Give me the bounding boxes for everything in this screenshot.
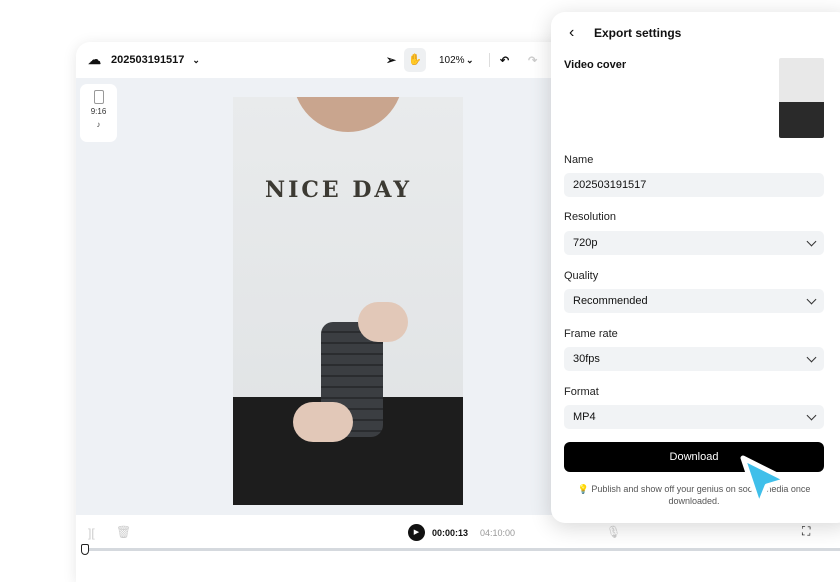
chevron-down-icon [806,410,817,420]
video-cover-thumbnail[interactable] [779,58,824,138]
tiktok-icon: ♪ [96,120,101,129]
neck [293,97,403,132]
format-label: Format [564,386,599,398]
cursor-icon [740,455,790,509]
current-time: 00:00:13 [432,528,469,538]
select-tool-icon[interactable]: ➢ [386,53,396,67]
frame-rate-select[interactable]: 30fps [564,347,824,371]
export-settings-panel: ‹ Export settings Video cover Name 20250… [551,12,840,523]
zoom-level[interactable]: 102% [439,55,465,66]
delete-icon[interactable]: 🗑 [116,525,131,539]
chevron-down-icon [806,236,817,246]
microphone-icon[interactable]: 🎙 [606,525,621,539]
redo-icon[interactable]: ↷ [528,54,537,67]
divider [489,53,490,67]
phone-icon [93,90,104,104]
video-preview[interactable]: NICE DAY [233,97,463,505]
quality-select[interactable]: Recommended [564,289,824,313]
chevron-down-icon [806,352,817,362]
resolution-select[interactable]: 720p [564,231,824,255]
project-name[interactable]: 202503191517 [111,54,184,66]
aspect-ratio-label: 9:16 [90,107,107,116]
name-label: Name [564,154,594,166]
cloud-icon[interactable]: ☁ [88,52,101,68]
quality-label: Quality [564,270,599,282]
fullscreen-icon[interactable]: ⛶ [802,524,810,539]
timeline-track[interactable] [86,548,840,551]
name-input[interactable]: 202503191517 [564,173,824,197]
timeline-bar: ][ 🗑 ▶ 00:00:13 04:10:00 🎙 ⛶ [76,515,840,582]
resolution-value: 720p [573,237,598,249]
aspect-ratio-panel[interactable]: 9:16 ♪ [80,84,117,142]
chevron-down-icon[interactable]: ⌄ [192,55,200,66]
panel-title: Export settings [594,26,682,40]
frame-rate-value: 30fps [573,353,600,365]
video-cover-label: Video cover [564,59,627,71]
resolution-label: Resolution [564,211,616,223]
play-button[interactable]: ▶ [408,524,425,541]
total-time: 04:10:00 [480,528,516,538]
hand [358,302,408,342]
lightbulb-icon: 💡 [577,484,589,494]
undo-icon[interactable]: ↶ [500,54,509,67]
playhead[interactable] [81,544,89,555]
split-icon[interactable]: ][ [88,526,95,540]
format-select[interactable]: MP4 [564,405,824,429]
download-label: Download [669,451,719,463]
frame-rate-label: Frame rate [564,328,618,340]
hand [293,402,353,442]
cover-text: NICE DAY [265,177,413,203]
chevron-down-icon[interactable]: ⌄ [466,55,474,66]
name-value: 202503191517 [573,179,647,191]
back-icon[interactable]: ‹ [569,24,574,42]
chevron-down-icon [806,294,817,304]
format-value: MP4 [573,411,596,423]
hand-tool-button[interactable]: ✋ [404,48,426,72]
quality-value: Recommended [573,295,648,307]
